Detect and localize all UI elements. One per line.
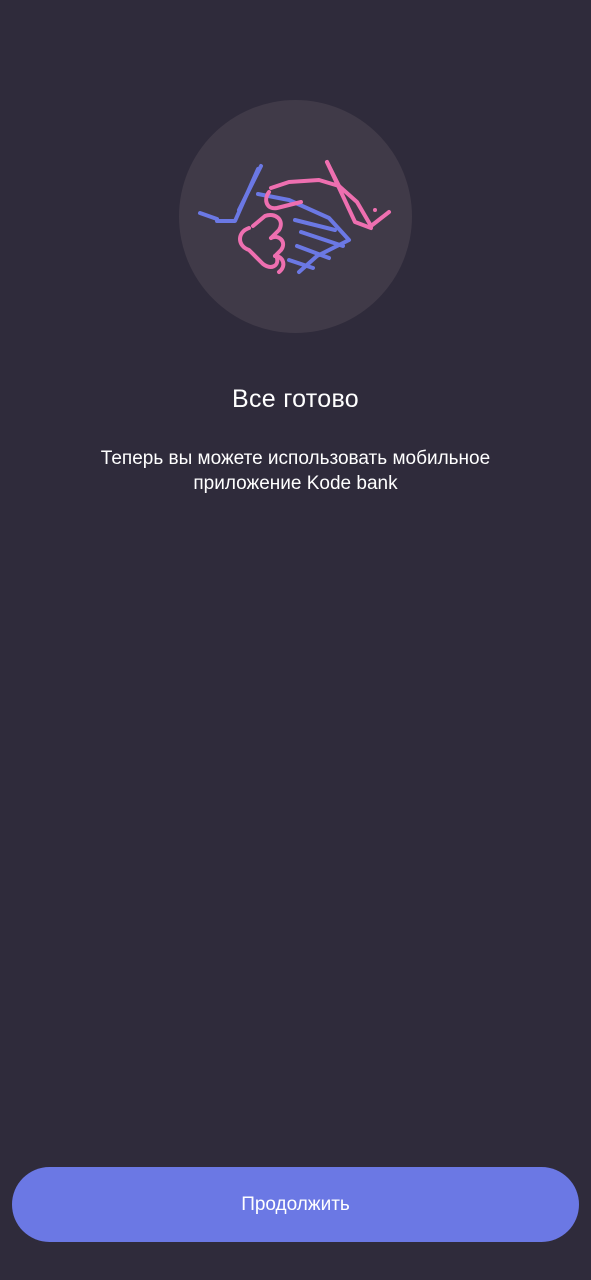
illustration-circle (179, 100, 412, 333)
continue-button[interactable]: Продолжить (12, 1167, 579, 1242)
page-title: Все готово (232, 385, 359, 413)
description-text: Теперь вы можете использовать мобильное … (100, 448, 491, 494)
success-screen: Все готово Теперь вы можете использовать… (0, 0, 591, 1280)
handshake-icon (198, 160, 391, 274)
